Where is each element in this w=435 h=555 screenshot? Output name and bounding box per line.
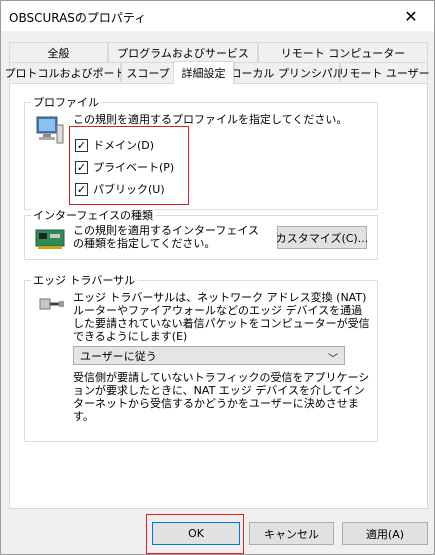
- title-bar: OBSCURASのプロパティ ✕: [1, 1, 434, 31]
- tab-remote-users[interactable]: リモート ユーザー: [338, 62, 430, 82]
- tab-advanced[interactable]: 詳細設定: [173, 61, 234, 84]
- tab-label: リモート ユーザー: [338, 66, 430, 80]
- tab-strip: 全般 プログラムおよびサービス リモート コンピューター プロトコルおよびポート…: [5, 42, 430, 84]
- customize-interface-button[interactable]: カスタマイズ(C)...: [275, 226, 369, 249]
- cancel-button[interactable]: キャンセル: [249, 522, 334, 545]
- interface-legend: インターフェイスの種類: [31, 207, 156, 223]
- highlight-box: [69, 126, 189, 205]
- tab-local-principals[interactable]: ローカル プリンシパル: [230, 62, 344, 82]
- edge-description: エッジ トラバーサルは、ネットワーク アドレス変換 (NAT) ルーターやファイ…: [73, 291, 370, 343]
- edge-note: 受信側が要請していないトラフィックの受信をアプリケーションが要求したときに、NA…: [73, 371, 370, 423]
- select-value: ユーザーに従う: [80, 349, 157, 363]
- tab-scope[interactable]: スコープ: [121, 62, 175, 82]
- interface-description: この規則を適用するインターフェイスの種類を指定してください。: [73, 224, 260, 250]
- tab-label: スコープ: [126, 66, 170, 80]
- tab-label: ローカル プリンシパル: [230, 66, 344, 80]
- edge-traversal-group: エッジ トラバーサル エッジ トラバーサルは、ネットワーク アドレス変換 (NA…: [24, 272, 378, 442]
- tab-panel-advanced: プロファイル この規則を適用するプロファイルを指定してください。 ✓ ドメイン(…: [9, 83, 428, 509]
- edge-traversal-select[interactable]: ユーザーに従う ﹀: [73, 346, 345, 365]
- interface-group: インターフェイスの種類 この規則を適用するインターフェイスの種類を指定してくださ…: [24, 207, 378, 260]
- chevron-down-icon: ﹀: [328, 354, 338, 365]
- profile-legend: プロファイル: [31, 94, 101, 110]
- apply-button[interactable]: 適用(A): [342, 522, 428, 545]
- tab-label: 全般: [47, 46, 70, 60]
- tab-remote-computers[interactable]: リモート コンピューター: [258, 42, 428, 62]
- properties-dialog: OBSCURASのプロパティ ✕ 全般 プログラムおよびサービス リモート コン…: [0, 0, 435, 555]
- tab-label: リモート コンピューター: [280, 46, 406, 60]
- tab-general[interactable]: 全般: [9, 42, 108, 62]
- window-title: OBSCURASのプロパティ: [9, 11, 147, 25]
- highlight-box: [146, 514, 244, 554]
- close-icon: ✕: [404, 6, 418, 26]
- edge-legend: エッジ トラバーサル: [31, 272, 138, 288]
- button-label: 適用(A): [365, 527, 405, 541]
- button-label: キャンセル: [264, 527, 319, 541]
- profile-description: この規則を適用するプロファイルを指定してください。: [73, 113, 348, 126]
- cable-icon: [39, 295, 65, 316]
- tab-label: プロトコルおよびポート: [4, 66, 126, 80]
- close-button[interactable]: ✕: [388, 1, 434, 31]
- computer-icon: [35, 115, 65, 150]
- tab-label: プログラムおよびサービス: [117, 46, 249, 60]
- tab-label: 詳細設定: [181, 67, 226, 80]
- network-card-icon: [35, 226, 67, 255]
- tab-programs-services[interactable]: プログラムおよびサービス: [108, 42, 258, 62]
- tab-protocols-ports[interactable]: プロトコルおよびポート: [5, 62, 126, 82]
- button-label: カスタマイズ(C)...: [275, 231, 369, 245]
